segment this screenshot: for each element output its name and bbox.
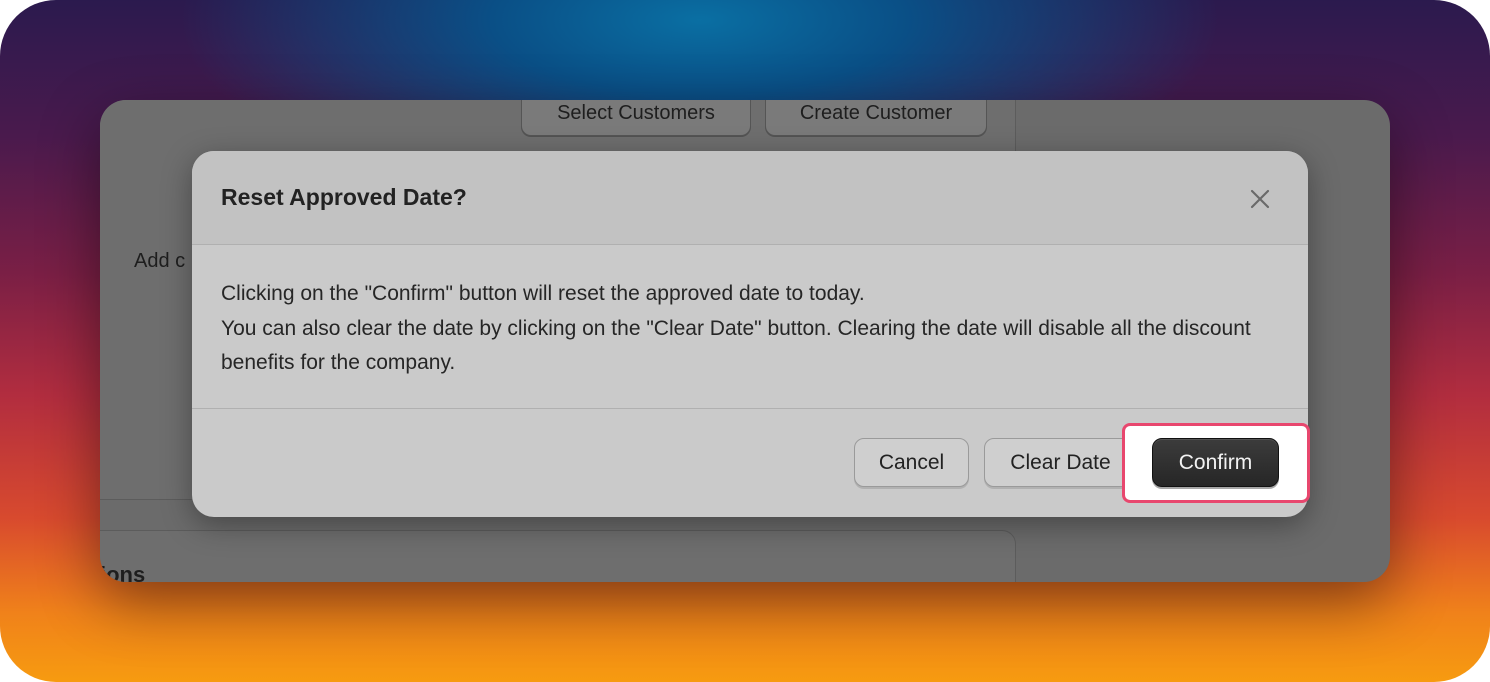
cancel-button[interactable]: Cancel: [854, 438, 969, 487]
clear-date-button[interactable]: Clear Date: [984, 438, 1137, 487]
dialog-header: Reset Approved Date?: [192, 151, 1308, 245]
dialog-body-line: Clicking on the "Confirm" button will re…: [221, 282, 865, 305]
close-icon: [1250, 189, 1270, 209]
confirm-button-wrap: Confirm: [1152, 438, 1279, 487]
dialog-divider: [192, 408, 1308, 409]
add-customer-text: Add c: [134, 250, 186, 272]
dialog-body-line: You can also clear the date by clicking …: [221, 316, 1251, 375]
create-customer-button[interactable]: Create Customer: [765, 100, 987, 136]
section-title-text: ions: [100, 562, 146, 582]
select-customers-button[interactable]: Select Customers: [521, 100, 751, 136]
confirm-button[interactable]: Confirm: [1152, 438, 1279, 487]
dialog-title: Reset Approved Date?: [221, 184, 467, 210]
dialog-body: Clicking on the "Confirm" button will re…: [221, 277, 1281, 381]
close-button[interactable]: [1242, 181, 1278, 217]
section-title: ions: [100, 562, 145, 582]
section-card: [100, 530, 1016, 582]
